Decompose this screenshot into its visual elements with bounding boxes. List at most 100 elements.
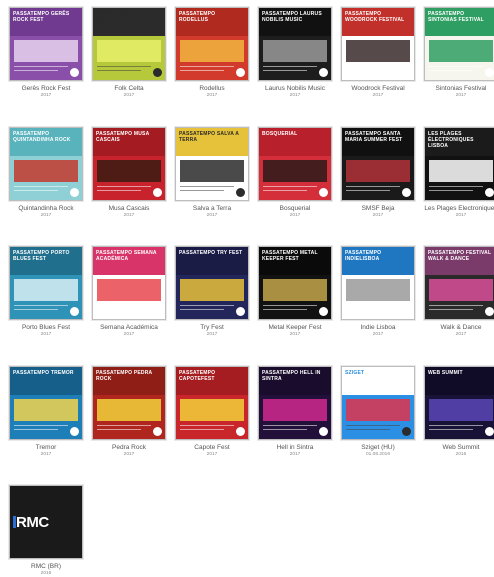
item-title-link[interactable]: Salva a Terra — [174, 205, 250, 213]
item-date: 2017 — [372, 213, 384, 218]
item-title-link[interactable]: Gerês Rock Fest — [8, 85, 84, 93]
poster-artwork — [180, 399, 244, 421]
item-date: 2016 — [455, 452, 467, 457]
gallery-item[interactable]: PASSATEMPO WOODROCK FESTIVAL Woodrock Fes… — [340, 7, 416, 99]
poster-text-line — [180, 70, 224, 71]
item-title-link[interactable]: Folk Celta — [91, 85, 167, 93]
item-title-link[interactable]: Try Fest — [174, 324, 250, 332]
poster-thumbnail[interactable]: PASSATEMPO WOODROCK FESTIVAL — [341, 7, 415, 81]
gallery-item[interactable]: LES PLAGES ÉLECTRONIQUES LISBOA Les Plage… — [423, 127, 494, 219]
poster-thumbnail[interactable]: PASSATEMPO CAPOTEFEST — [175, 366, 249, 440]
poster-thumbnail[interactable]: RMC — [9, 485, 83, 559]
gallery-item[interactable]: PASSATEMPO TRY FEST Try Fest 2017 — [174, 246, 250, 338]
poster-thumbnail[interactable]: PASSATEMPO RODELLUS — [175, 7, 249, 81]
item-date: 2017 — [372, 332, 384, 337]
poster-thumbnail[interactable]: PASSATEMPO PEDRA ROCK — [92, 366, 166, 440]
gallery-item[interactable]: PASSATEMPO SALVA A TERRA Salva a Terra 201… — [174, 127, 250, 219]
item-title-link[interactable]: Tremor — [8, 444, 84, 452]
item-title-link[interactable]: Sziget (HU) — [340, 444, 416, 452]
poster-thumbnail[interactable]: BOSQUERIAL — [258, 127, 332, 201]
poster-thumbnail[interactable]: LES PLAGES ÉLECTRONIQUES LISBOA — [424, 127, 494, 201]
gallery-item[interactable]: WEB SUMMIT Web Summit 2016 — [423, 366, 494, 458]
poster-artwork — [429, 399, 493, 421]
poster-thumbnail[interactable]: SZIGET — [341, 366, 415, 440]
gallery-item[interactable]: RMC RMC (BR) 2016 — [8, 485, 84, 577]
item-title-link[interactable]: Semana Académica — [91, 324, 167, 332]
poster-text-line — [180, 425, 234, 426]
sponsor-badge-icon — [70, 68, 79, 77]
poster-thumbnail[interactable]: PASSATEMPO LAURUS NOBILIS MUSIC — [258, 7, 332, 81]
poster-thumbnail[interactable]: PASSATEMPO PORTO BLUES FEST — [9, 246, 83, 320]
item-title-link[interactable]: SMSF Beja — [340, 205, 416, 213]
item-title-link[interactable]: Metal Keeper Fest — [257, 324, 333, 332]
gallery-item[interactable]: PASSATEMPO SANTA MARIA SUMMER FEST SMSF B… — [340, 127, 416, 219]
item-title-link[interactable]: Musa Cascais — [91, 205, 167, 213]
poster-artwork — [346, 279, 410, 301]
item-title-link[interactable]: Porto Blues Fest — [8, 324, 84, 332]
poster-text-line — [263, 309, 307, 310]
poster-thumbnail[interactable]: PASSATEMPO TRY FEST — [175, 246, 249, 320]
poster-thumbnail[interactable]: PASSATEMPO SALVA A TERRA — [175, 127, 249, 201]
poster-title: PASSATEMPO RODELLUS — [179, 11, 216, 23]
gallery-item[interactable]: BOSQUERIAL Bosquerial 2017 — [257, 127, 333, 219]
item-title-link[interactable]: Quintandinha Rock — [8, 205, 84, 213]
gallery-item[interactable]: PASSATEMPO MUSA CASCAIS Musa Cascais 2017 — [91, 127, 167, 219]
poster-artwork — [429, 160, 493, 182]
poster-thumbnail[interactable]: PASSATEMPO MUSA CASCAIS — [92, 127, 166, 201]
poster-thumbnail[interactable]: PASSATEMPO TREMOR — [9, 366, 83, 440]
gallery-item[interactable]: PASSATEMPO PORTO BLUES FEST Porto Blues F… — [8, 246, 84, 338]
item-title-link[interactable]: RMC (BR) — [8, 563, 84, 571]
poster-thumbnail[interactable]: PASSATEMPO SANTA MARIA SUMMER FEST — [341, 127, 415, 201]
poster-thumbnail[interactable]: PASSATEMPO HELL IN SINTRA — [258, 366, 332, 440]
poster-text-line — [180, 66, 234, 67]
item-title-link[interactable]: Walk & Dance — [423, 324, 494, 332]
poster-thumbnail[interactable]: PASSATEMPO METAL KEEPER FEST — [258, 246, 332, 320]
poster-thumbnail[interactable]: WEB SUMMIT — [424, 366, 494, 440]
item-title-link[interactable]: Hell in Sintra — [257, 444, 333, 452]
sponsor-badge-icon — [153, 188, 162, 197]
gallery-item[interactable]: PASSATEMPO GERÊS ROCK FEST Gerês Rock Fes… — [8, 7, 84, 99]
item-title-link[interactable]: Les Plages Électroniques — [423, 205, 494, 213]
poster-text-line — [180, 186, 234, 187]
poster-text-line — [180, 305, 234, 306]
item-title-link[interactable]: Bosquerial — [257, 205, 333, 213]
poster-artwork — [180, 160, 244, 182]
item-title-link[interactable]: Laurus Nobilis Music — [257, 85, 333, 93]
poster-artwork — [180, 40, 244, 62]
item-title-link[interactable]: Capote Fest — [174, 444, 250, 452]
poster-title: PASSATEMPO TRY FEST — [179, 250, 243, 256]
gallery-item[interactable]: SZIGET Sziget (HU) 01.08.2016 — [340, 366, 416, 458]
poster-thumbnail[interactable]: PASSATEMPO FESTIVAL FOLK CELTA — [92, 7, 166, 81]
poster-text-line — [97, 425, 151, 426]
gallery-item[interactable]: PASSATEMPO FESTIVAL WALK & DANCE Walk & D… — [423, 246, 494, 338]
gallery-item[interactable]: PASSATEMPO INDIELISBOA Indie Lisboa 2017 — [340, 246, 416, 338]
gallery-item[interactable]: PASSATEMPO LAURUS NOBILIS MUSIC Laurus No… — [257, 7, 333, 99]
poster-title: PASSATEMPO CAPOTEFEST — [179, 370, 216, 382]
poster-text-line — [263, 429, 307, 430]
item-title-link[interactable]: Woodrock Festival — [340, 85, 416, 93]
gallery-item[interactable]: PASSATEMPO SINTONIAS FESTIVAL Sintonias F… — [423, 7, 494, 99]
gallery-item[interactable]: PASSATEMPO TREMOR Tremor 2017 — [8, 366, 84, 458]
gallery-item[interactable]: PASSATEMPO CAPOTEFEST Capote Fest 2017 — [174, 366, 250, 458]
item-date: 2017 — [289, 332, 301, 337]
poster-thumbnail[interactable]: PASSATEMPO QUINTANDINHA ROCK — [9, 127, 83, 201]
gallery-item[interactable]: PASSATEMPO SEMANA ACADÉMICA Semana Académ… — [91, 246, 167, 338]
poster-thumbnail[interactable]: PASSATEMPO FESTIVAL WALK & DANCE — [424, 246, 494, 320]
gallery-item[interactable]: PASSATEMPO METAL KEEPER FEST Metal Keeper… — [257, 246, 333, 338]
item-title-link[interactable]: Web Summit — [423, 444, 494, 452]
item-title-link[interactable]: Pedra Rock — [91, 444, 167, 452]
poster-thumbnail[interactable]: PASSATEMPO GERÊS ROCK FEST — [9, 7, 83, 81]
gallery-item[interactable]: PASSATEMPO FESTIVAL FOLK CELTA Folk Celta… — [91, 7, 167, 99]
item-title-link[interactable]: Indie Lisboa — [340, 324, 416, 332]
gallery-item[interactable]: PASSATEMPO PEDRA ROCK Pedra Rock 2017 — [91, 366, 167, 458]
sponsor-badge-icon — [485, 68, 494, 77]
poster-thumbnail[interactable]: PASSATEMPO SEMANA ACADÉMICA — [92, 246, 166, 320]
item-title-link[interactable]: Rodellus — [174, 85, 250, 93]
gallery-item[interactable]: PASSATEMPO HELL IN SINTRA Hell in Sintra 2… — [257, 366, 333, 458]
poster-text-line — [346, 309, 390, 310]
gallery-item[interactable]: PASSATEMPO QUINTANDINHA ROCK Quintandinha… — [8, 127, 84, 219]
poster-thumbnail[interactable]: PASSATEMPO INDIELISBOA — [341, 246, 415, 320]
gallery-item[interactable]: PASSATEMPO RODELLUS Rodellus 2017 — [174, 7, 250, 99]
item-title-link[interactable]: Sintonias Festival — [423, 85, 494, 93]
poster-thumbnail[interactable]: PASSATEMPO SINTONIAS FESTIVAL — [424, 7, 494, 81]
